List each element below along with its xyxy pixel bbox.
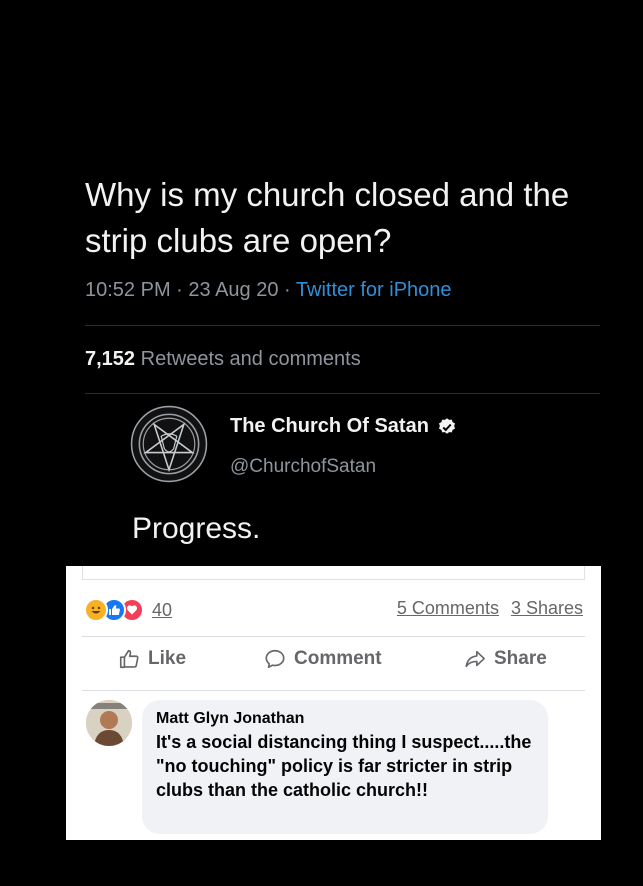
tweet-source-link[interactable]: Twitter for iPhone: [296, 279, 452, 301]
verified-badge-icon: [438, 417, 455, 434]
engagement-counts: 5 Comments 3 Shares: [385, 598, 583, 619]
shares-count-link[interactable]: 3 Shares: [511, 598, 583, 618]
comment-button[interactable]: Comment: [264, 648, 382, 670]
tweet-meta: 10:52 PM · 23 Aug 20 · Twitter for iPhon…: [85, 279, 452, 302]
like-label: Like: [148, 648, 187, 669]
haha-reaction-icon: [84, 598, 108, 622]
commenter-avatar[interactable]: [86, 700, 132, 746]
tweet-time: 10:52 PM: [85, 279, 171, 301]
reaction-count[interactable]: 40: [152, 600, 172, 621]
meta-separator: ·: [170, 279, 189, 301]
meta-separator: ·: [278, 279, 296, 301]
post-action-bar: Like Comment Share: [66, 648, 601, 684]
divider: [85, 393, 600, 394]
reply-account[interactable]: The Church Of Satan: [230, 415, 457, 438]
comments-count-link[interactable]: 5 Comments: [397, 598, 499, 618]
comment-text: It's a social distancing thing I suspect…: [156, 732, 532, 800]
comment-label: Comment: [294, 648, 382, 669]
retweet-count: 7,152: [85, 348, 136, 370]
account-name: The Church Of Satan: [230, 415, 429, 437]
tweet-date: 23 Aug 20: [188, 279, 279, 301]
like-button[interactable]: Like: [118, 648, 186, 670]
reactions-summary[interactable]: 40: [84, 598, 172, 622]
divider: [82, 636, 585, 637]
comment-author[interactable]: Matt Glyn Jonathan: [156, 710, 534, 728]
sigil-of-baphomet-icon[interactable]: [130, 405, 208, 483]
retweets-stat[interactable]: 7,152 Retweets and comments: [85, 348, 361, 371]
facebook-post-card: 40 5 Comments 3 Shares Like Comment Share…: [66, 566, 601, 840]
embedded-post-edge: [82, 566, 585, 580]
share-button[interactable]: Share: [464, 648, 547, 670]
divider: [82, 690, 585, 691]
account-handle[interactable]: @ChurchofSatan: [230, 456, 376, 478]
share-arrow-icon: [465, 650, 485, 668]
reply-text: Progress.: [132, 512, 261, 545]
thumbs-up-icon: [119, 649, 139, 669]
speech-bubble-icon: [265, 649, 285, 669]
tweet-text: Why is my church closed and the strip cl…: [85, 176, 570, 259]
comment-bubble: Matt Glyn Jonathan It's a social distanc…: [142, 700, 548, 834]
divider: [85, 325, 600, 326]
retweet-label: Retweets and comments: [140, 348, 361, 370]
share-label: Share: [494, 648, 547, 669]
